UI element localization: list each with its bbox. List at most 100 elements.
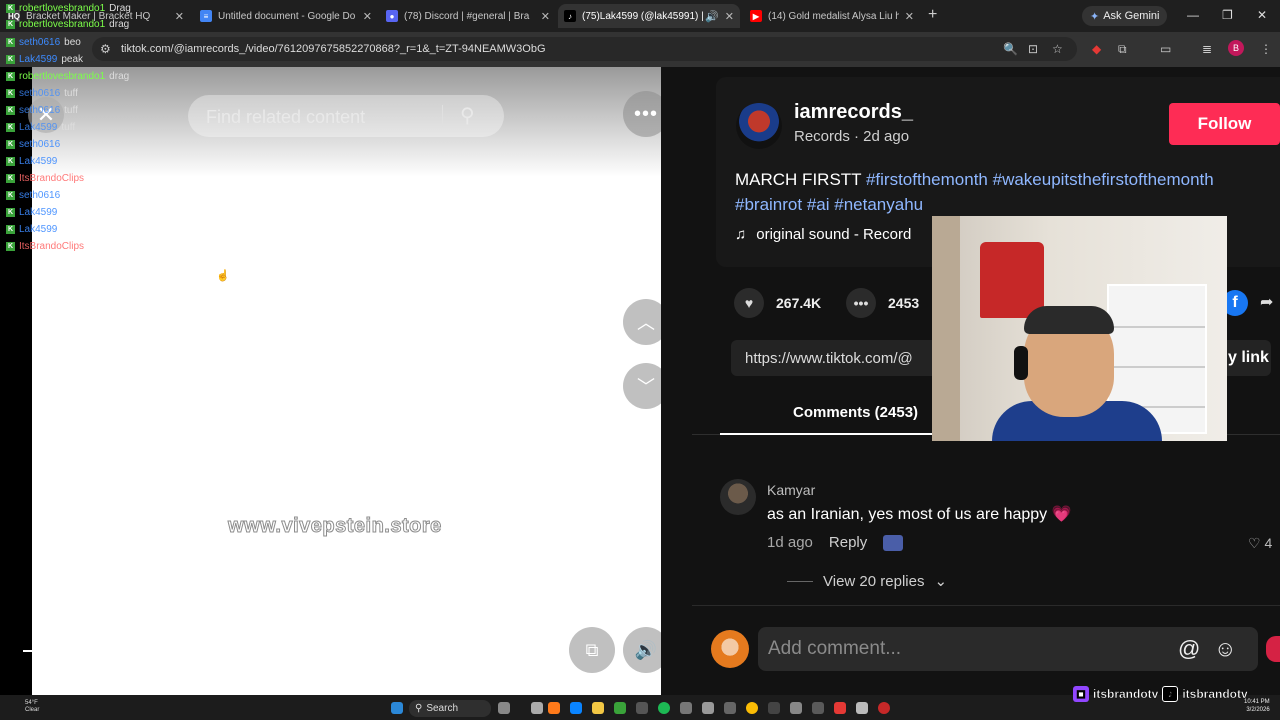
taskbar-app-icon[interactable] <box>768 702 780 714</box>
close-tab-icon[interactable]: ✕ <box>175 10 184 23</box>
like-stat[interactable]: ♥ 267.4K <box>734 288 821 318</box>
chat-username: seth0616 <box>19 190 61 201</box>
close-tab-icon[interactable]: ✕ <box>725 10 734 23</box>
extension-icon[interactable]: ◆ <box>1092 42 1101 56</box>
taskbar-app-icon[interactable] <box>812 702 824 714</box>
chat-message: K Lak4599 peak <box>6 54 83 65</box>
ask-gemini-button[interactable]: ✦ Ask Gemini <box>1082 6 1168 26</box>
hashtag-link[interactable]: #ai <box>807 195 830 214</box>
spotify-icon[interactable] <box>658 702 670 714</box>
taskbar-app-icon[interactable] <box>498 702 510 714</box>
dash-mark <box>23 650 33 652</box>
emoji-icon[interactable]: ☺ <box>1214 636 1236 662</box>
bookmark-star-icon[interactable]: ☆ <box>1052 42 1063 56</box>
taskbar-app-icon[interactable] <box>636 702 648 714</box>
taskbar-app-icon[interactable] <box>790 702 802 714</box>
zoom-icon[interactable]: 🔍 <box>1003 42 1018 56</box>
heart-outline-icon[interactable]: ♡ <box>1248 535 1261 551</box>
install-icon[interactable]: ⊡ <box>1028 42 1038 56</box>
view-replies-button[interactable]: View 20 replies ⌄ <box>787 572 947 590</box>
file-explorer-icon[interactable] <box>592 702 604 714</box>
close-tab-icon[interactable]: ✕ <box>363 10 372 23</box>
search-icon[interactable]: ⚲ <box>460 103 475 128</box>
chat-badge-icon: K <box>6 174 15 183</box>
comment-like[interactable]: ♡ 4 <box>1248 535 1272 552</box>
hashtag-link[interactable]: #wakeupitsthefirstofthemonth <box>993 170 1214 189</box>
kebab-menu-icon[interactable]: ⋮ <box>1260 42 1272 56</box>
video-player[interactable]: Find related content ⚲ ••• ︿ ﹀ ☝ www.viv… <box>32 67 661 695</box>
chat-message: Kseth0616 tuff <box>6 88 78 99</box>
hashtag-link[interactable]: #brainrot <box>735 195 802 214</box>
taskbar-app-icon[interactable] <box>856 702 868 714</box>
mention-icon[interactable]: @ <box>1178 636 1200 662</box>
discord-icon: ● <box>386 10 398 22</box>
minimize-button[interactable]: — <box>1187 8 1199 22</box>
comment-bubble-icon[interactable]: ••• <box>846 288 876 318</box>
tab-google-docs[interactable]: ≡ Untitled document - Google Do ✕ <box>194 4 378 28</box>
chat-badge-icon: K <box>6 4 15 13</box>
previous-video-button[interactable]: ︿ <box>623 299 661 345</box>
new-tab-button[interactable]: + <box>928 6 937 24</box>
taskbar-app-icon[interactable] <box>834 702 846 714</box>
chat-badge-icon: K <box>6 123 15 132</box>
taskbar-app-icon[interactable] <box>614 702 626 714</box>
sound-link[interactable]: ♫ original sound - Record <box>735 226 911 243</box>
gemini-icon: ✦ <box>1090 10 1100 23</box>
site-info-icon[interactable]: ⚙ <box>100 42 111 56</box>
next-video-button[interactable]: ﹀ <box>623 363 661 409</box>
heart-icon[interactable]: ♥ <box>734 288 764 318</box>
task-view-icon[interactable] <box>531 702 543 714</box>
taskbar-app-icon[interactable] <box>702 702 714 714</box>
search-placeholder: Find related content <box>206 107 366 127</box>
copy-link-button[interactable]: y link <box>1228 349 1269 367</box>
hashtag-link[interactable]: #firstofthemonth <box>866 170 988 189</box>
comment-meta: 1d ago Reply <box>767 534 904 551</box>
edge-icon[interactable] <box>570 702 582 714</box>
close-tab-icon[interactable]: ✕ <box>541 10 550 23</box>
view-replies-label: View 20 replies <box>823 572 925 590</box>
chat-username: seth0616 <box>19 88 61 99</box>
related-search-box[interactable]: Find related content ⚲ <box>188 95 504 137</box>
chat-message: Krobertlovesbrando1 drag <box>6 19 129 30</box>
more-options-button[interactable]: ••• <box>623 91 661 137</box>
chat-badge-icon: K <box>6 72 15 81</box>
creator-username[interactable]: iamrecords_ <box>794 101 913 124</box>
taskbar-app-icon[interactable] <box>548 702 560 714</box>
close-tab-icon[interactable]: ✕ <box>905 10 914 23</box>
extensions-puzzle-icon[interactable]: ⧉ <box>1118 42 1127 57</box>
speaker-icon[interactable]: 🔊 <box>705 10 719 23</box>
hashtag-link[interactable]: #netanyahu <box>834 195 923 214</box>
share-arrow-icon[interactable]: ➦ <box>1260 292 1273 312</box>
chat-badge-icon: K <box>6 157 15 166</box>
weather-widget[interactable]: 54°F Clear <box>25 700 39 714</box>
commenter-name[interactable]: Kamyar <box>767 482 815 498</box>
pip-icon: ⧉ <box>585 639 599 660</box>
commenter-avatar[interactable] <box>720 479 756 515</box>
windows-start-icon[interactable] <box>391 702 403 714</box>
tab-tiktok-active[interactable]: ♪ (75)Lak4599 (@lak45991) | 🔊 ✕ <box>558 4 740 28</box>
tab-youtube[interactable]: ▶ (14) Gold medalist Alysa Liu ha ✕ <box>744 4 920 28</box>
taskbar-search[interactable]: ⚲ Search <box>409 700 491 717</box>
chrome-icon[interactable] <box>746 702 758 714</box>
chat-username: Lak4599 <box>19 207 58 218</box>
close-window-button[interactable]: ✕ <box>1257 8 1267 22</box>
pip-button[interactable]: ⧉ <box>569 627 615 673</box>
profile-avatar[interactable]: B <box>1228 40 1244 56</box>
taskbar-app-icon[interactable] <box>724 702 736 714</box>
tab-discord[interactable]: ● (78) Discord | #general | Bra ✕ <box>380 4 556 28</box>
volume-button[interactable]: 🔊 <box>623 627 661 673</box>
active-tab-underline <box>720 433 935 435</box>
replies-line <box>787 580 813 582</box>
media-icon[interactable]: ≣ <box>1202 42 1212 56</box>
comment-stat[interactable]: ••• 2453 <box>846 288 919 318</box>
taskbar-app-icon[interactable] <box>878 702 890 714</box>
url-text[interactable]: tiktok.com/@iamrecords_/video/7612097675… <box>121 43 546 55</box>
sidebar-icon[interactable]: ▭ <box>1160 42 1171 56</box>
post-comment-button[interactable] <box>1266 636 1280 662</box>
tab-comments[interactable]: Comments (2453) <box>793 404 918 421</box>
creator-avatar[interactable] <box>736 103 782 149</box>
reply-button[interactable]: Reply <box>829 534 867 551</box>
taskbar-app-icon[interactable] <box>680 702 692 714</box>
maximize-button[interactable]: ❐ <box>1222 8 1233 22</box>
follow-button[interactable]: Follow <box>1169 103 1280 145</box>
